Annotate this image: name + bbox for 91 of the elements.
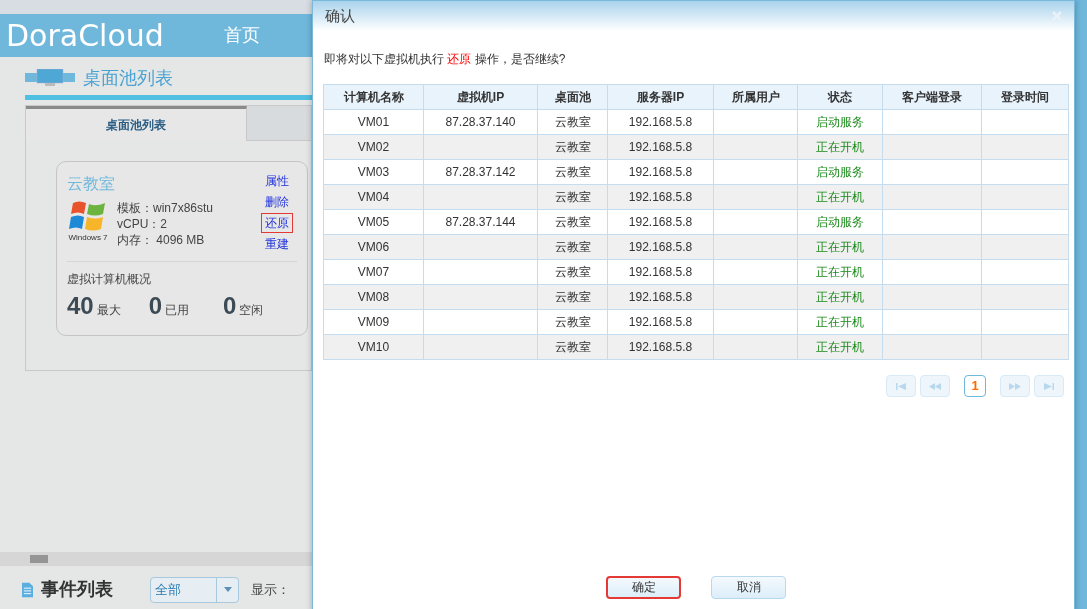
dialog-button[interactable]: 确定 [606, 575, 681, 599]
stat-label: 空闲 [239, 302, 264, 319]
table-cell: 云教室 [537, 184, 608, 210]
table-cell: 87.28.37.140 [423, 109, 538, 135]
table-cell: 启动服务 [797, 159, 883, 185]
first-page-button[interactable] [886, 375, 916, 397]
table-cell: 192.168.5.8 [607, 234, 714, 260]
table-cell: 正在开机 [797, 284, 883, 310]
last-page-button[interactable] [1034, 375, 1064, 397]
table-cell: 192.168.5.8 [607, 109, 714, 135]
confirm-message: 即将对以下虚拟机执行 还原 操作，是否继续? [324, 51, 567, 68]
table-cell: 云教室 [537, 284, 608, 310]
table-cell: 192.168.5.8 [607, 184, 714, 210]
previous-page-button[interactable] [920, 375, 950, 397]
dialog-title: 确认 [325, 5, 355, 26]
table-cell: VM09 [323, 309, 424, 335]
column-header: 状态 [797, 84, 883, 110]
table-cell: 192.168.5.8 [607, 284, 714, 310]
table-cell: 云教室 [537, 259, 608, 285]
windows-logo-icon [69, 200, 107, 232]
table-cell: VM02 [323, 134, 424, 160]
column-header: 桌面池 [537, 84, 608, 110]
action-link[interactable]: 还原 [262, 214, 292, 232]
pool-name: 云教室 [67, 174, 116, 194]
table-cell: 192.168.5.8 [607, 209, 714, 235]
table-cell: VM01 [323, 109, 424, 135]
next-page-button[interactable] [1000, 375, 1030, 397]
tab[interactable]: 桌面池列表 [26, 106, 247, 141]
column-header: 服务器IP [607, 84, 714, 110]
close-icon[interactable] [1052, 11, 1062, 21]
table-cell: VM06 [323, 234, 424, 260]
table-cell: 云教室 [537, 334, 608, 360]
action-link[interactable]: 重建 [262, 235, 292, 253]
column-header: 客户端登录 [882, 84, 982, 110]
next-page-icon [1009, 382, 1021, 390]
table-cell: VM10 [323, 334, 424, 360]
document-icon [22, 581, 33, 598]
table-cell: 192.168.5.8 [607, 159, 714, 185]
table-cell: 87.28.37.144 [423, 209, 538, 235]
table-cell: 正在开机 [797, 134, 883, 160]
table-cell: 启动服务 [797, 209, 883, 235]
section-title: 桌面池列表 [83, 66, 173, 90]
spec-text: vCPU：2 [117, 216, 168, 232]
column-header: 登录时间 [981, 84, 1069, 110]
table-cell: 云教室 [537, 134, 608, 160]
table-cell: 87.28.37.142 [423, 159, 538, 185]
caret-icon [223, 587, 232, 592]
table-cell: 正在开机 [797, 184, 883, 210]
last-page-icon [1043, 382, 1055, 390]
stat-label: 最大 [96, 302, 121, 319]
table-cell: 启动服务 [797, 109, 883, 135]
dialog-button[interactable]: 取消 [711, 575, 786, 599]
table-cell: VM04 [323, 184, 424, 210]
previous-page-icon [929, 382, 941, 390]
filter-select[interactable]: 全部 [149, 576, 239, 603]
action-link[interactable]: 属性 [262, 172, 292, 190]
stat-value: 0 [148, 291, 163, 321]
table-cell: 192.168.5.8 [607, 334, 714, 360]
display-label: 显示： [251, 580, 290, 599]
tab[interactable] [247, 106, 311, 141]
spec-text: 内存： 4096 MB [117, 232, 206, 248]
table-cell: VM08 [323, 284, 424, 310]
column-header: 计算机名称 [323, 84, 424, 110]
first-page-icon [895, 382, 907, 390]
table-cell: 正在开机 [797, 309, 883, 335]
table-cell: 正在开机 [797, 334, 883, 360]
table-cell: 云教室 [537, 159, 608, 185]
table-cell: 192.168.5.8 [607, 309, 714, 335]
logo: DoraCloud [6, 17, 165, 55]
os-label: Windows 7 [68, 232, 108, 244]
column-header: 虚拟机IP [423, 84, 538, 110]
table-cell: 正在开机 [797, 234, 883, 260]
table-cell: 192.168.5.8 [607, 134, 714, 160]
table-cell: VM03 [323, 159, 424, 185]
spec-text: 模板：win7x86stu [117, 200, 214, 216]
monitors-icon [25, 69, 75, 87]
table-cell: VM07 [323, 259, 424, 285]
table-cell: 192.168.5.8 [607, 259, 714, 285]
stat-value: 40 [67, 291, 94, 321]
summary-title: 虚拟计算机概况 [67, 271, 152, 288]
events-title: 事件列表 [41, 578, 114, 601]
table-cell: 云教室 [537, 309, 608, 335]
action-link[interactable]: 删除 [262, 193, 292, 211]
table-cell: 正在开机 [797, 259, 883, 285]
table-cell: VM05 [323, 209, 424, 235]
stat-label: 已用 [165, 302, 190, 319]
table-cell: 云教室 [537, 109, 608, 135]
column-header: 所属用户 [713, 84, 798, 110]
stat-value: 0 [223, 291, 237, 321]
table-cell: 云教室 [537, 234, 608, 260]
table-cell: 云教室 [537, 209, 608, 235]
